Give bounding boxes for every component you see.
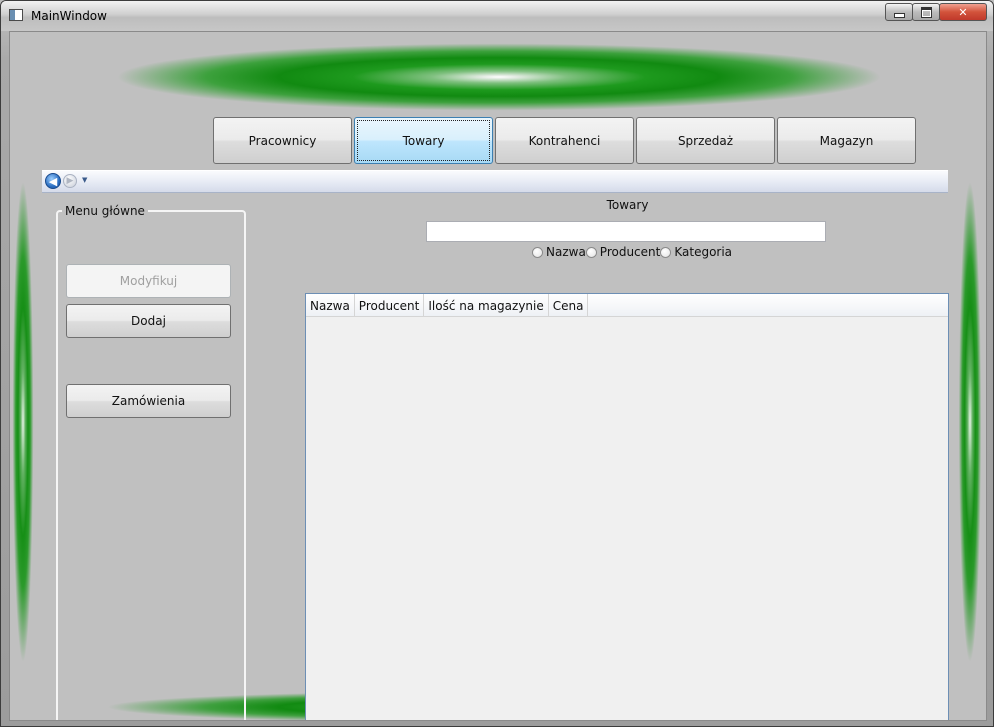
back-arrow-icon[interactable]: ◀ <box>45 173 61 189</box>
minimize-icon <box>893 12 905 18</box>
radio-label-nazwa: Nazwa <box>546 245 586 259</box>
forward-arrow-icon[interactable]: ▶ <box>63 174 77 188</box>
radio-kategoria[interactable]: Kategoria <box>660 245 732 259</box>
nav-button-kontrahenci[interactable]: Kontrahenci <box>495 117 634 164</box>
search-input[interactable] <box>426 221 826 242</box>
section-label: Towary <box>606 198 649 212</box>
dropdown-icon[interactable]: ▼ <box>82 176 87 184</box>
title-bar[interactable]: MainWindow ✕ <box>1 1 993 31</box>
column-header-nazwa[interactable]: Nazwa <box>306 294 355 317</box>
decorative-glow-left <box>10 122 36 720</box>
radio-producent[interactable]: Producent <box>585 245 661 259</box>
maximize-icon <box>920 6 932 18</box>
products-data-grid[interactable]: Nazwa Producent Ilość na magazynie Cena <box>305 293 949 720</box>
column-header-producent[interactable]: Producent <box>355 294 425 317</box>
close-button[interactable]: ✕ <box>939 3 987 21</box>
window-title: MainWindow <box>31 9 107 23</box>
nav-button-towary[interactable]: Towary <box>354 117 493 164</box>
main-menu-title: Menu główne <box>62 204 148 218</box>
decorative-glow-top <box>10 34 986 120</box>
radio-nazwa[interactable]: Nazwa <box>532 245 586 259</box>
radio-label-kategoria: Kategoria <box>674 245 733 259</box>
maximize-button[interactable] <box>912 3 940 21</box>
grid-header: Nazwa Producent Ilość na magazynie Cena <box>306 294 948 317</box>
radio-button[interactable] <box>532 246 543 258</box>
radio-button[interactable] <box>585 246 597 258</box>
column-header-ilosc[interactable]: Ilość na magazynie <box>424 294 549 317</box>
app-window-icon <box>9 9 23 21</box>
decorative-glow-right <box>956 122 984 720</box>
main-window: MainWindow ✕ Pracownicy Towary Kontrahen… <box>0 0 994 727</box>
close-icon: ✕ <box>958 5 968 19</box>
radio-button[interactable] <box>660 246 672 258</box>
column-header-cena[interactable]: Cena <box>549 294 589 317</box>
add-button[interactable]: Dodaj <box>66 304 231 338</box>
modify-button[interactable]: Modyfikuj <box>66 264 231 298</box>
nav-button-sprzedaz[interactable]: Sprzedaż <box>636 117 775 164</box>
nav-button-magazyn[interactable]: Magazyn <box>777 117 916 164</box>
navigation-strip: ◀ ▶ ▼ <box>42 170 948 193</box>
client-area: Pracownicy Towary Kontrahenci Sprzedaż M… <box>9 31 987 721</box>
orders-button[interactable]: Zamówienia <box>66 384 231 418</box>
search-filter-radio-group: Nazwa Producent Kategoria <box>532 244 732 260</box>
minimize-button[interactable] <box>885 3 913 21</box>
nav-button-pracownicy[interactable]: Pracownicy <box>213 117 352 164</box>
radio-label-producent: Producent <box>599 245 661 259</box>
